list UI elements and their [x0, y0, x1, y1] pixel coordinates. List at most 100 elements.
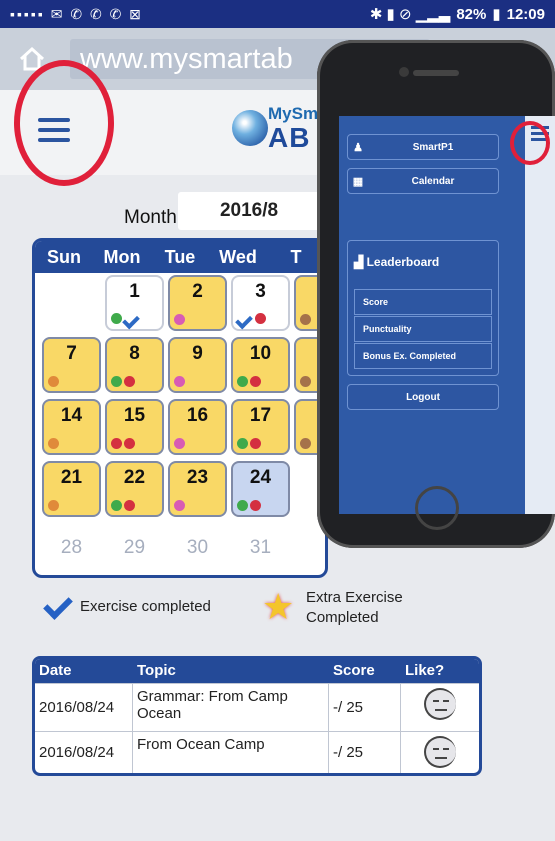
logout-button[interactable]: Logout: [347, 384, 499, 410]
day-number: 15: [123, 405, 146, 426]
table-row[interactable]: 2016/08/24 Grammar: From Camp Ocean -/ 2…: [35, 683, 479, 731]
menu-item-label: SmartP1: [412, 141, 454, 153]
app-strip: [525, 116, 555, 514]
table-row[interactable]: 2016/08/24 From Ocean Camp -/ 25: [35, 731, 479, 773]
status-dot: [237, 500, 248, 511]
cell-topic: Grammar: From Camp Ocean: [133, 684, 329, 731]
day-number: 9: [192, 343, 203, 364]
day-number: 1: [129, 281, 140, 302]
phone-screen: ♟ SmartP1 ▦ Calendar ▟ Leaderboard Score…: [339, 116, 555, 514]
day-number: 17: [249, 405, 272, 426]
calendar-day[interactable]: 16: [168, 399, 227, 455]
battery-icon: ▮: [492, 6, 501, 23]
month-selector[interactable]: 2016/8: [178, 192, 320, 230]
cell-date: 2016/08/24: [35, 732, 133, 773]
check-icon: [40, 592, 70, 620]
calendar-day[interactable]: 14: [42, 399, 101, 455]
table-header: Date Topic Score Like?: [35, 659, 479, 683]
neutral-face-icon[interactable]: [424, 736, 456, 768]
day-number: 31: [249, 537, 272, 558]
month-label: Month: [124, 207, 177, 228]
status-dot: [174, 438, 185, 449]
day-number: 24: [249, 467, 272, 488]
day-number: 2: [192, 281, 203, 302]
calendar-day[interactable]: 29: [105, 523, 164, 575]
calendar-day[interactable]: 7: [42, 337, 101, 393]
leaderboard-bonus[interactable]: Bonus Ex. Completed: [354, 343, 492, 369]
leaderboard-score[interactable]: Score: [354, 289, 492, 315]
star-icon: ★: [262, 586, 295, 627]
status-dot: [250, 376, 261, 387]
status-dot: [48, 500, 59, 511]
calendar-day[interactable]: 15: [105, 399, 164, 455]
highlight-circle: [14, 60, 114, 186]
calendar-day[interactable]: 30: [168, 523, 227, 575]
status-dot: [124, 500, 135, 511]
app-logo: MySm AB: [232, 104, 328, 154]
home-button[interactable]: [415, 486, 459, 530]
calendar-day[interactable]: 8: [105, 337, 164, 393]
logo-text-top: MySm: [268, 104, 319, 123]
cell-like: [401, 732, 479, 773]
calendar-day[interactable]: 31: [231, 523, 290, 575]
signal-icon: ✱ ▮ ⊘ ▁▂▃: [369, 6, 451, 23]
day-number: 22: [123, 467, 146, 488]
status-dot: [250, 500, 261, 511]
day-number: 3: [255, 281, 266, 302]
menu-item-user[interactable]: ♟ SmartP1: [347, 134, 499, 160]
calendar-day[interactable]: 1: [105, 275, 164, 331]
status-dot: [300, 314, 311, 325]
leaderboard-punctuality[interactable]: Punctuality: [354, 316, 492, 342]
calendar-icon: ▦: [352, 175, 364, 188]
leaderboard-icon: ▟: [354, 255, 364, 269]
calendar-day[interactable]: 2: [168, 275, 227, 331]
check-icon: [237, 313, 253, 325]
cell-date: 2016/08/24: [35, 684, 133, 731]
status-dot: [48, 376, 59, 387]
calendar: Sun Mon Tue Wed T 1 2 3 7 8 9 10 14 15 1…: [32, 238, 328, 578]
menu-item-calendar[interactable]: ▦ Calendar: [347, 168, 499, 194]
weekday-sun: Sun: [47, 247, 81, 267]
calendar-day[interactable]: 21: [42, 461, 101, 517]
menu-item-label: Calendar: [411, 175, 455, 187]
cell-score: -/ 25: [329, 732, 401, 773]
battery-level: 82%: [456, 5, 487, 23]
status-dot: [124, 438, 135, 449]
calendar-day[interactable]: 22: [105, 461, 164, 517]
calendar-day[interactable]: 28: [42, 523, 101, 575]
status-dot: [174, 376, 185, 387]
legend-extra-line1: Extra Exercise: [306, 589, 403, 606]
leaderboard-label: Leaderboard: [366, 255, 440, 269]
calendar-day[interactable]: 3: [231, 275, 290, 331]
day-number: 14: [60, 405, 83, 426]
legend-extra-exercise: Extra Exercise Completed: [306, 588, 403, 628]
day-number: 23: [186, 467, 209, 488]
leaderboard-section: ▟ Leaderboard Score Punctuality Bonus Ex…: [347, 240, 499, 376]
calendar-day-today[interactable]: 24: [231, 461, 290, 517]
results-table: Date Topic Score Like? 2016/08/24 Gramma…: [32, 656, 482, 776]
day-number: 8: [129, 343, 140, 364]
leaderboard-title[interactable]: ▟ Leaderboard: [354, 255, 439, 269]
status-dot: [237, 438, 248, 449]
cell-topic: From Ocean Camp: [133, 732, 329, 773]
status-dot: [111, 438, 122, 449]
status-dot: [48, 438, 59, 449]
day-number: 29: [123, 537, 146, 558]
header-date: Date: [39, 662, 72, 679]
day-number: 10: [249, 343, 272, 364]
weekday-mon: Mon: [103, 247, 141, 267]
status-dot: [237, 376, 248, 387]
header-topic: Topic: [137, 662, 176, 679]
user-icon: ♟: [353, 141, 363, 154]
status-dot: [124, 376, 135, 387]
phone-overlay: ♟ SmartP1 ▦ Calendar ▟ Leaderboard Score…: [317, 40, 555, 548]
neutral-face-icon[interactable]: [424, 688, 456, 720]
calendar-day[interactable]: 23: [168, 461, 227, 517]
day-number: 30: [186, 537, 209, 558]
legend-extra-line2: Completed: [306, 609, 379, 626]
calendar-weekday-header: Sun Mon Tue Wed T: [35, 241, 325, 273]
calendar-day[interactable]: 17: [231, 399, 290, 455]
notification-icons: ▪▪▪▪▪ ✉ ✆ ✆ ✆ ⊠: [10, 5, 143, 22]
calendar-day[interactable]: 10: [231, 337, 290, 393]
calendar-day[interactable]: 9: [168, 337, 227, 393]
